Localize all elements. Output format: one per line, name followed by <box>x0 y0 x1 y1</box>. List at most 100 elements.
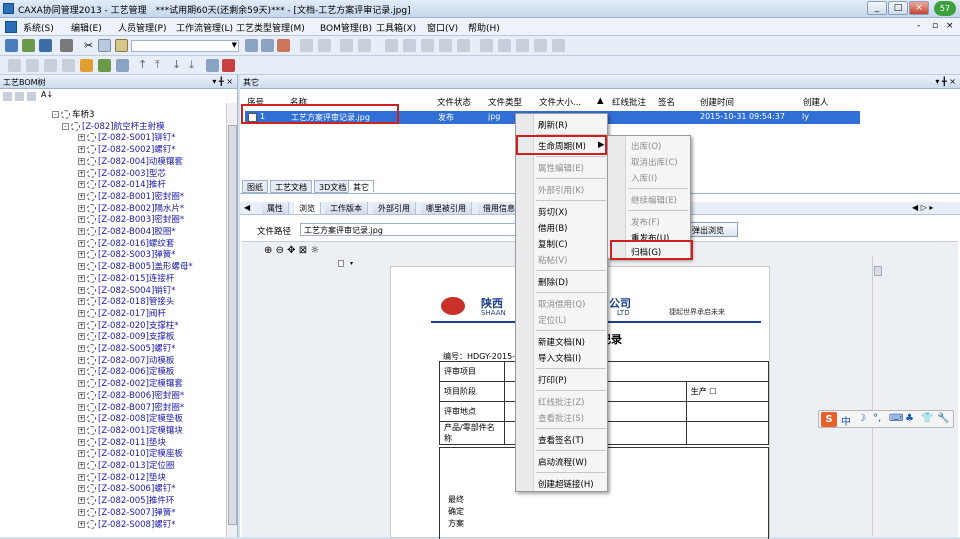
mdi-restore-button[interactable]: ▫ <box>932 21 938 31</box>
open-icon[interactable] <box>22 39 35 52</box>
tree-node[interactable]: + [Z-082-S008]螺钉* <box>78 519 176 531</box>
expand-icon[interactable]: + <box>78 438 85 446</box>
context-menu-item[interactable]: 借用(B) <box>538 222 567 234</box>
expand-icon[interactable]: + <box>78 274 85 282</box>
mdi-close-button[interactable]: × <box>946 21 954 31</box>
ime-tool-icon[interactable]: °, <box>873 413 881 424</box>
document-icon[interactable] <box>5 21 17 33</box>
ime-logo[interactable]: S <box>821 412 837 427</box>
tree-node[interactable]: + [Z-082-S004]销钉* <box>78 285 176 297</box>
cut-icon[interactable]: ✂ <box>84 39 93 52</box>
expand-icon[interactable]: + <box>78 473 85 481</box>
zoom-out-icon[interactable]: ⊖ <box>276 245 284 256</box>
tab-properties[interactable]: 属性 <box>262 202 289 214</box>
tab-work-version[interactable]: 工作版本 <box>325 202 368 214</box>
tree-node[interactable]: + [Z-082-B001]密封圈* <box>78 191 184 203</box>
tree-node[interactable]: + [Z-082-S006]螺钉* <box>78 484 176 495</box>
ime-tool-icon[interactable]: ♣ <box>905 413 914 424</box>
tree-node[interactable]: + [Z-082-007]动模板 <box>78 355 174 367</box>
tab-browse[interactable]: 浏览 <box>294 202 321 214</box>
tree-node[interactable]: + [Z-082-009]支撑板 <box>78 332 174 343</box>
expand-icon[interactable]: + <box>78 309 85 317</box>
expand-icon[interactable]: + <box>78 356 85 364</box>
doc-tool-icon[interactable] <box>318 39 331 52</box>
tree-node[interactable]: + [Z-082-S001]铆钉* <box>78 133 176 144</box>
tab-process-docs[interactable]: 工艺文档 <box>270 180 312 193</box>
expand-icon[interactable]: + <box>78 380 85 388</box>
notification-badge[interactable]: 57 <box>934 1 956 16</box>
expand-icon[interactable]: + <box>78 426 85 434</box>
tree-node[interactable]: - 车桥3 <box>52 110 94 121</box>
close-button[interactable]: × <box>909 1 929 15</box>
context-menu-item[interactable]: 打印(P) <box>538 374 567 386</box>
tree-tool-icon[interactable] <box>44 59 57 72</box>
doc-tool-icon[interactable] <box>439 39 452 52</box>
column-header[interactable]: 创建人 <box>803 96 829 108</box>
doc-tool-icon[interactable] <box>534 39 547 52</box>
tree-tool-icon[interactable] <box>98 59 111 72</box>
mdi-minimize-button[interactable]: - <box>917 21 920 31</box>
menu-item-5[interactable]: BOM管理(B) <box>320 21 372 34</box>
tree-tool-icon[interactable] <box>26 59 39 72</box>
tree-tool-icon[interactable] <box>62 59 75 72</box>
ime-tool-icon[interactable]: ☽ <box>857 413 866 424</box>
expand-icon[interactable]: + <box>78 263 85 271</box>
paste-icon[interactable] <box>115 39 128 52</box>
tree-node[interactable]: + [Z-082-012]垫块 <box>78 472 166 484</box>
ime-tool-icon[interactable]: 🔧 <box>937 413 949 424</box>
menu-item-7[interactable]: 窗口(V) <box>427 21 458 34</box>
minimize-button[interactable]: _ <box>867 1 887 15</box>
tree-node[interactable]: + [Z-082-B005]盖形螺母* <box>78 262 193 273</box>
context-menu-item[interactable]: 启动流程(W) <box>538 456 587 468</box>
scroll-thumb[interactable] <box>228 125 237 525</box>
tree-node[interactable]: + [Z-082-010]定模座板 <box>78 449 183 460</box>
doc-tool-icon[interactable] <box>403 39 416 52</box>
tree-node[interactable]: + [Z-082-013]定位圈 <box>78 461 174 472</box>
expand-icon[interactable]: + <box>78 134 85 142</box>
menu-item-1[interactable]: 编辑(E) <box>71 21 102 34</box>
doc-tool-icon[interactable] <box>300 39 313 52</box>
tree-tool-icon[interactable] <box>116 59 129 72</box>
tree-node[interactable]: + [Z-082-018]管接头 <box>78 297 174 308</box>
arrow-down-icon[interactable]: ↓ <box>172 58 181 71</box>
context-menu-item[interactable]: 刷新(R) <box>538 119 568 131</box>
column-header[interactable]: 文件大小... <box>539 96 581 108</box>
menu-item-0[interactable]: 系统(S) <box>23 21 54 34</box>
expand-icon[interactable]: + <box>78 415 85 423</box>
nav-left-icon[interactable]: ◀ <box>244 203 250 212</box>
tab-where-used[interactable]: 哪里被引用 <box>421 202 472 214</box>
tree-node[interactable]: + [Z-082-011]垫块 <box>78 437 166 449</box>
context-menu-item[interactable]: 复制(C) <box>538 238 568 250</box>
tree-node[interactable]: + [Z-082-004]动模镶套 <box>78 156 183 168</box>
context-menu-item[interactable]: 查看签名(T) <box>538 434 584 446</box>
zoom-in-icon[interactable]: ⊕ <box>264 245 272 256</box>
expand-icon[interactable]: + <box>78 298 85 306</box>
sort-asc-icon[interactable]: A↓ <box>41 90 53 99</box>
tab-external-refs[interactable]: 外部引用 <box>373 202 416 214</box>
toolbar-combo[interactable]: ▼ <box>131 40 239 52</box>
arrow-up-icon[interactable]: ↑ <box>138 58 147 71</box>
tree-node[interactable]: + [Z-082-015]连接杆 <box>78 273 174 285</box>
doc-tool-icon[interactable] <box>498 39 511 52</box>
context-menu-item[interactable]: 创建超链接(H) <box>538 478 594 490</box>
column-header[interactable]: ▲ <box>597 96 604 106</box>
expand-icon[interactable]: + <box>78 497 85 505</box>
expand-icon[interactable]: + <box>78 204 85 212</box>
tree-tool-icon[interactable] <box>206 59 219 72</box>
pan-icon[interactable]: ✥ <box>287 245 295 256</box>
collapse-icon[interactable]: - <box>52 111 59 118</box>
sort-icon[interactable] <box>15 92 24 101</box>
collapse-icon[interactable]: - <box>62 122 69 130</box>
tree-node[interactable]: + [Z-082-016]螺纹套 <box>78 238 174 250</box>
tree-tool-icon[interactable] <box>8 59 21 72</box>
tree-node[interactable]: + [Z-082-017]阀杆 <box>78 308 166 320</box>
expand-icon[interactable]: + <box>78 368 85 376</box>
expand-icon[interactable]: + <box>78 239 85 247</box>
tab-drawing[interactable]: 图纸 <box>242 180 268 193</box>
expand-icon[interactable]: + <box>78 345 85 352</box>
doc-tool-icon[interactable] <box>261 39 274 52</box>
tree-node[interactable]: + [Z-082-B003]密封圈* <box>78 215 184 226</box>
context-menu-item[interactable]: 剪切(X) <box>538 206 567 218</box>
popup-browse-button[interactable]: 弹出浏览 <box>688 222 738 237</box>
tree-node[interactable]: + [Z-082-B002]隔水片* <box>78 203 184 215</box>
